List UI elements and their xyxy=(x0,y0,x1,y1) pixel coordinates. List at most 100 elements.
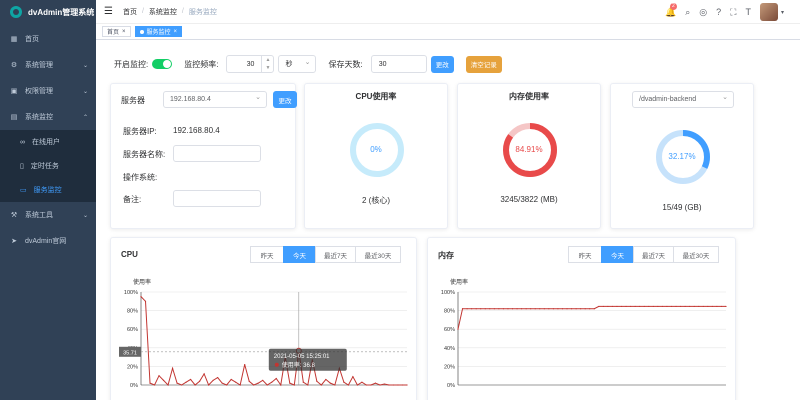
update-settings-button[interactable]: 更改 xyxy=(430,55,454,73)
chevron-up-icon[interactable]: ▲ xyxy=(265,57,270,63)
data-point xyxy=(167,384,169,386)
data-point xyxy=(670,305,673,308)
data-point xyxy=(316,380,318,382)
stepper-arrows[interactable]: ▲ ▼ xyxy=(261,56,273,72)
sidebar: dvAdmin管理系统 ▦ 首页 ⚙ 系统管理 ⌄ ▣ 权限管理 ⌄ ▤ 系统监… xyxy=(0,0,96,400)
data-point xyxy=(652,305,654,308)
sidebar-item-home[interactable]: ▦ 首页 xyxy=(0,26,96,52)
data-point xyxy=(401,384,404,386)
sidebar-item-permission[interactable]: ▣ 权限管理 ⌄ xyxy=(0,78,96,104)
search-icon[interactable]: ⌕ xyxy=(685,7,690,18)
brand[interactable]: dvAdmin管理系统 xyxy=(0,0,96,24)
data-point xyxy=(689,305,691,308)
data-point xyxy=(493,308,495,310)
sidebar-item-tools[interactable]: ⚒ 系统工具 ⌄ xyxy=(0,202,96,228)
data-point xyxy=(702,305,704,308)
lock-icon: ▣ xyxy=(10,88,18,95)
data-point xyxy=(593,308,595,310)
server-update-button[interactable]: 更改 xyxy=(273,91,297,108)
note-input[interactable] xyxy=(173,190,261,207)
breadcrumb-item[interactable]: 系统监控 xyxy=(149,7,177,17)
data-point xyxy=(693,305,695,308)
clear-records-button[interactable]: 清空记录 xyxy=(465,55,502,73)
hamburger-icon[interactable]: ☰ xyxy=(104,6,113,17)
frequency-unit-select[interactable]: 秒 xyxy=(278,55,317,73)
avatar[interactable] xyxy=(759,3,778,21)
tooltip-value: 使用率: 36.8 xyxy=(282,361,316,369)
breadcrumb-current: 服务监控 xyxy=(188,8,217,16)
data-point xyxy=(266,384,268,386)
close-icon[interactable]: × xyxy=(174,29,178,35)
sidebar-item-system[interactable]: ⚙ 系统管理 ⌄ xyxy=(0,52,96,78)
sidebar-item-label: 系统管理 xyxy=(25,62,53,69)
data-point xyxy=(262,379,264,381)
monitor-icon: ▤ xyxy=(10,114,18,121)
fullscreen-icon[interactable]: ⛶ xyxy=(730,7,736,18)
data-point xyxy=(657,305,659,308)
data-point xyxy=(199,380,201,382)
data-point xyxy=(235,381,237,383)
data-point xyxy=(552,308,554,310)
y-tick-label: 60% xyxy=(444,327,455,333)
series-line xyxy=(457,305,726,330)
crosshair-value: 35.71 xyxy=(123,350,137,356)
breadcrumb-separator: / xyxy=(141,8,144,15)
data-point xyxy=(570,308,573,310)
data-point xyxy=(634,305,636,308)
data-point xyxy=(611,305,614,308)
disk-usage-card: /dvadmin-backend 32.17% 15/49 (GB) xyxy=(610,83,754,229)
sidebar-item-server-monitor[interactable]: ▭ 服务监控 xyxy=(0,178,96,202)
header: ☰ 首页 / 系统监控 / 服务监控 🔔 2 ⌕ ◎ ? ⛶ T ▾ xyxy=(96,0,800,24)
data-point xyxy=(684,305,686,308)
gear-icon: ⚙ xyxy=(10,62,18,69)
data-point xyxy=(484,308,486,310)
data-point xyxy=(507,308,509,310)
data-point xyxy=(212,379,214,381)
keep-days-input[interactable]: 30 xyxy=(370,55,427,73)
server-select[interactable]: 192.168.80.4 xyxy=(163,91,267,108)
help-icon[interactable]: ? xyxy=(716,7,721,17)
data-point xyxy=(584,308,586,310)
monitor-switch[interactable] xyxy=(152,59,173,69)
breadcrumb-item[interactable]: 首页 xyxy=(123,7,137,17)
data-point xyxy=(347,384,349,386)
sidebar-item-scheduled-tasks[interactable]: ▯ 定时任务 xyxy=(0,154,96,178)
tag-home[interactable]: 首页 × xyxy=(102,26,131,37)
disk-detail: 15/49 (GB) xyxy=(662,203,702,212)
data-point xyxy=(320,384,322,386)
brand-title: dvAdmin管理系统 xyxy=(28,7,95,17)
data-point xyxy=(475,308,477,310)
data-point xyxy=(607,305,609,308)
disk-percent: 32.17% xyxy=(668,152,696,161)
chevron-down-icon[interactable]: ▼ xyxy=(265,65,270,71)
close-icon[interactable]: × xyxy=(122,29,126,35)
tags-view: 首页 × 服务监控 × xyxy=(96,24,800,40)
data-point xyxy=(525,308,527,310)
data-point xyxy=(271,381,273,383)
frequency-stepper[interactable]: 30 ▲ ▼ xyxy=(226,55,275,73)
memory-detail: 3245/3822 (MB) xyxy=(500,195,558,204)
github-icon[interactable]: ◎ xyxy=(699,7,707,18)
y-tick-label: 80% xyxy=(127,309,138,315)
sidebar-item-monitor[interactable]: ▤ 系统监控 ⌃ xyxy=(0,104,96,130)
data-point xyxy=(356,384,359,386)
bell-icon[interactable]: 🔔 2 xyxy=(665,2,677,18)
sidebar-item-label: 定时任务 xyxy=(30,163,59,170)
memory-usage-card: 内存使用率 84.91% 3245/3822 (MB) xyxy=(457,83,601,229)
memory-gauge xyxy=(503,123,557,177)
data-point xyxy=(158,375,160,377)
server-name-input[interactable] xyxy=(173,145,261,162)
font-size-icon[interactable]: T xyxy=(745,7,751,17)
sidebar-item-website[interactable]: ➤ dvAdmin官网 xyxy=(0,228,96,254)
data-point xyxy=(203,373,205,375)
sidebar-item-online-users[interactable]: ∞ 在线用户 xyxy=(0,130,96,154)
data-point xyxy=(725,305,727,308)
frequency-value: 30 xyxy=(246,60,255,68)
data-point xyxy=(720,305,723,308)
screen-icon: ▭ xyxy=(20,187,27,194)
data-point xyxy=(539,308,541,310)
data-point xyxy=(502,308,505,310)
caret-down-icon[interactable]: ▾ xyxy=(781,9,784,16)
sidebar-item-label: 系统监控 xyxy=(25,114,53,121)
tag-server-monitor[interactable]: 服务监控 × xyxy=(134,26,183,37)
